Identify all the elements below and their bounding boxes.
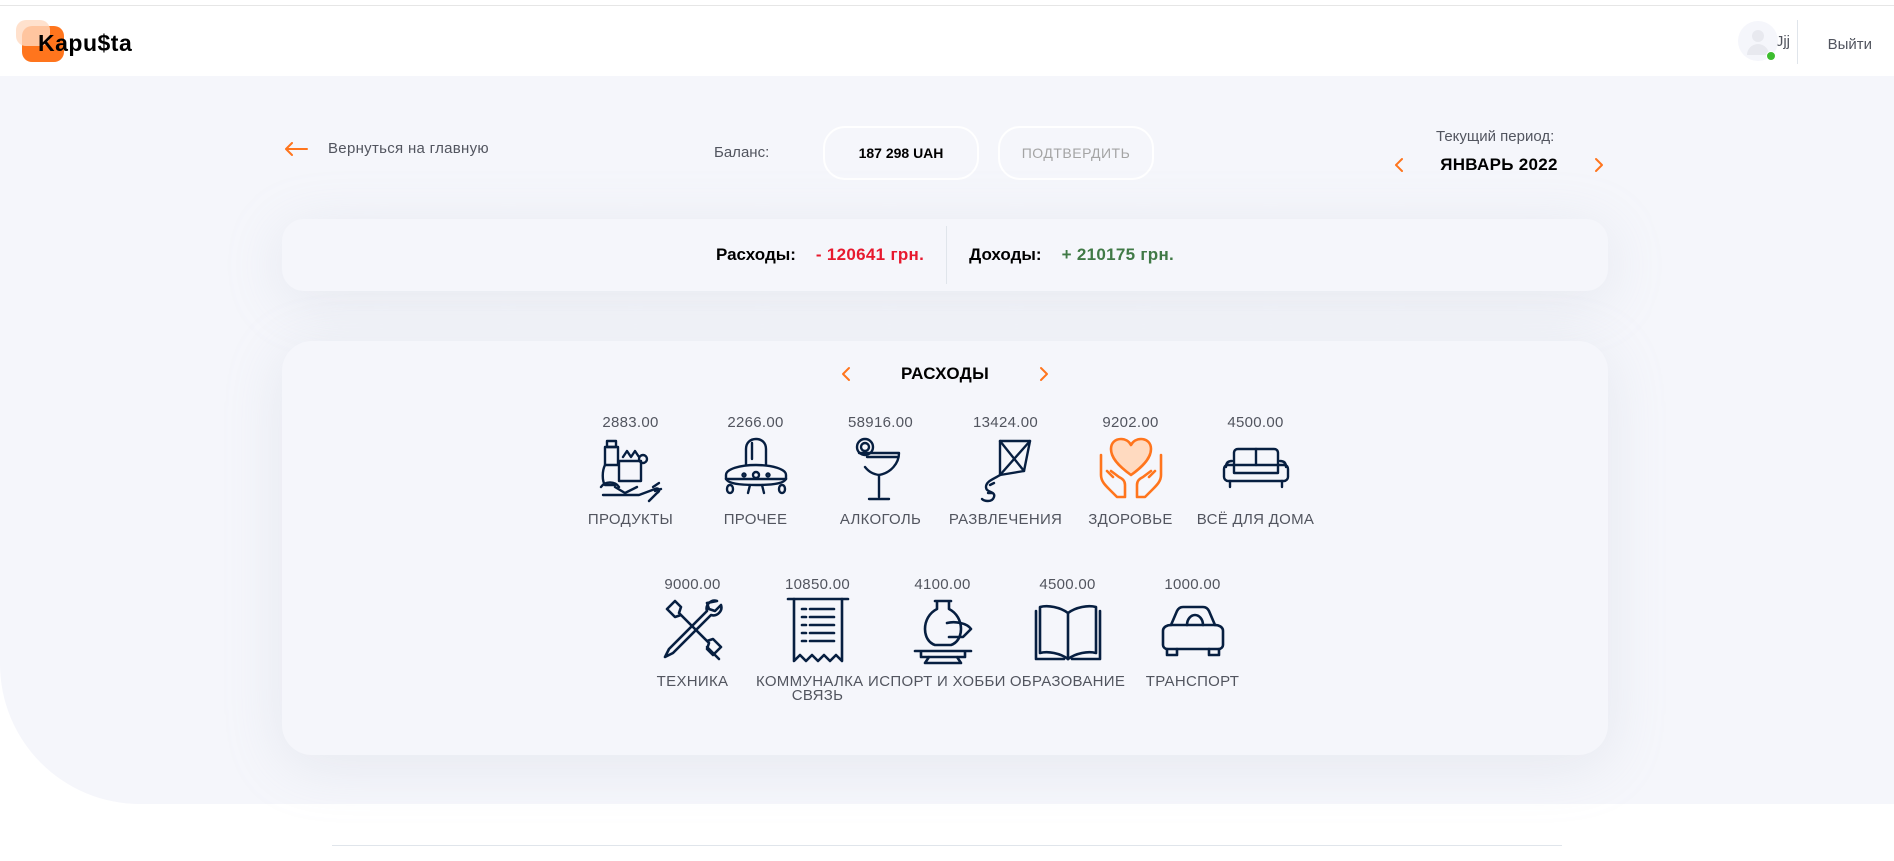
category-name: ТРАНСПОРТ bbox=[1145, 673, 1240, 690]
category-amount: 2883.00 bbox=[602, 414, 659, 431]
chevron-left-icon bbox=[842, 367, 850, 381]
period-value: ЯНВАРЬ 2022 bbox=[1440, 155, 1558, 174]
category-row-2: 9000.00 ТЕХНИКА 10850.00 КОММУНАЛКА И СВ… bbox=[630, 575, 1255, 703]
income-summary: Доходы: + 210175 грн. bbox=[947, 245, 1196, 265]
pottery-icon bbox=[907, 595, 979, 667]
period-switcher: ЯНВАРЬ 2022 bbox=[1390, 152, 1608, 178]
back-label: Вернуться на главную bbox=[328, 140, 489, 157]
logo-text: Kapu$ta bbox=[38, 30, 133, 56]
category-row-1: 2883.00 ПРОДУКТЫ 2266.00 ПРОЧЕЕ 58916.00… bbox=[568, 413, 1318, 527]
category-amount: 1000.00 bbox=[1164, 576, 1221, 593]
groceries-icon bbox=[595, 433, 667, 505]
user-info: Jjj bbox=[1737, 21, 1790, 61]
category-amount: 13424.00 bbox=[973, 414, 1038, 431]
category-prev-button[interactable] bbox=[837, 363, 855, 385]
category-item[interactable]: 4500.00 ОБРАЗОВАНИЕ bbox=[1005, 575, 1130, 703]
expense-summary: Расходы: - 120641 грн. bbox=[694, 245, 946, 265]
category-next-button[interactable] bbox=[1035, 363, 1053, 385]
category-amount: 9000.00 bbox=[664, 576, 721, 593]
expense-label: Расходы: bbox=[715, 245, 796, 264]
category-item[interactable]: 1000.00 ТРАНСПОРТ bbox=[1130, 575, 1255, 703]
sofa-icon bbox=[1220, 433, 1292, 505]
book-icon bbox=[1032, 595, 1104, 667]
category-item[interactable]: 4500.00 ВСЁ ДЛЯ ДОМА bbox=[1193, 413, 1318, 527]
category-name: ОБРАЗОВАНИЕ bbox=[1009, 673, 1126, 690]
heart-hands-icon bbox=[1095, 433, 1167, 505]
cocktail-icon bbox=[845, 433, 917, 505]
category-type-switcher: РАСХОДЫ bbox=[282, 363, 1608, 385]
tools-icon bbox=[657, 595, 729, 667]
category-item[interactable]: 2883.00 ПРОДУКТЫ bbox=[568, 413, 693, 527]
category-type-title: РАСХОДЫ bbox=[900, 364, 990, 383]
chevron-right-icon bbox=[1594, 158, 1603, 172]
balance-label: Баланс: bbox=[714, 144, 770, 161]
category-name: ПРОДУКТЫ bbox=[587, 511, 674, 528]
confirm-button[interactable]: ПОДТВЕРДИТЬ bbox=[998, 126, 1154, 180]
income-total: + 210175 грн. bbox=[1061, 245, 1175, 264]
category-name: КОММУНАЛКА И СВЯЗЬ bbox=[755, 673, 880, 704]
avatar-head bbox=[1751, 30, 1764, 42]
app-header: Kapu$ta Jjj Выйти bbox=[0, 6, 1894, 76]
receipt-icon bbox=[782, 595, 854, 667]
category-name: ТЕХНИКА bbox=[656, 673, 729, 690]
footer-divider bbox=[332, 845, 1562, 846]
header-divider bbox=[1797, 20, 1798, 64]
income-label: Доходы: bbox=[969, 245, 1042, 264]
category-name: ВСЁ ДЛЯ ДОМА bbox=[1196, 511, 1315, 528]
category-item[interactable]: 2266.00 ПРОЧЕЕ bbox=[693, 413, 818, 527]
category-name: АЛКОГОЛЬ bbox=[839, 511, 922, 528]
category-amount: 9202.00 bbox=[1102, 414, 1159, 431]
arrow-left-icon bbox=[285, 141, 308, 156]
period-label: Текущий период: bbox=[1436, 128, 1555, 145]
online-status-dot bbox=[1765, 51, 1776, 61]
categories-card: РАСХОДЫ 2883.00 ПРОДУКТЫ 2266.00 ПРОЧЕЕ … bbox=[282, 341, 1608, 755]
chevron-right-icon bbox=[1040, 367, 1048, 381]
ufo-icon bbox=[720, 433, 792, 505]
kite-icon bbox=[970, 433, 1042, 505]
category-amount: 4500.00 bbox=[1227, 414, 1284, 431]
category-name: СПОРТ И ХОББИ bbox=[879, 673, 1006, 690]
category-amount: 58916.00 bbox=[848, 414, 913, 431]
period-next-button[interactable] bbox=[1590, 154, 1608, 176]
avatar bbox=[1737, 21, 1778, 61]
category-item-active[interactable]: 9202.00 ЗДОРОВЬЕ bbox=[1068, 413, 1193, 527]
category-item[interactable]: 9000.00 ТЕХНИКА bbox=[630, 575, 755, 703]
category-item[interactable]: 58916.00 АЛКОГОЛЬ bbox=[818, 413, 943, 527]
user-name: Jjj bbox=[1775, 32, 1790, 50]
back-to-home-link[interactable]: Вернуться на главную bbox=[284, 140, 489, 157]
expense-total: - 120641 грн. bbox=[815, 245, 925, 264]
category-amount: 4500.00 bbox=[1039, 576, 1096, 593]
category-item[interactable]: 10850.00 КОММУНАЛКА И СВЯЗЬ bbox=[755, 575, 880, 703]
car-icon bbox=[1157, 595, 1229, 667]
category-name: ЗДОРОВЬЕ bbox=[1088, 511, 1173, 528]
period-prev-button[interactable] bbox=[1390, 154, 1408, 176]
summary-card: Расходы: - 120641 грн. Доходы: + 210175 … bbox=[282, 219, 1608, 291]
category-name: ПРОЧЕЕ bbox=[723, 511, 788, 528]
category-amount: 2266.00 bbox=[727, 414, 784, 431]
category-name: РАЗВЛЕЧЕНИЯ bbox=[948, 511, 1063, 528]
balance-value: 187 298 UAH bbox=[823, 126, 979, 180]
chevron-left-icon bbox=[1395, 158, 1403, 172]
category-amount: 4100.00 bbox=[914, 576, 971, 593]
logout-button[interactable]: Выйти bbox=[1828, 36, 1872, 53]
category-amount: 10850.00 bbox=[785, 576, 850, 593]
app-logo[interactable]: Kapu$ta bbox=[16, 20, 136, 64]
category-item[interactable]: 4100.00 СПОРТ И ХОББИ bbox=[879, 575, 1006, 703]
category-item[interactable]: 13424.00 РАЗВЛЕЧЕНИЯ bbox=[943, 413, 1068, 527]
